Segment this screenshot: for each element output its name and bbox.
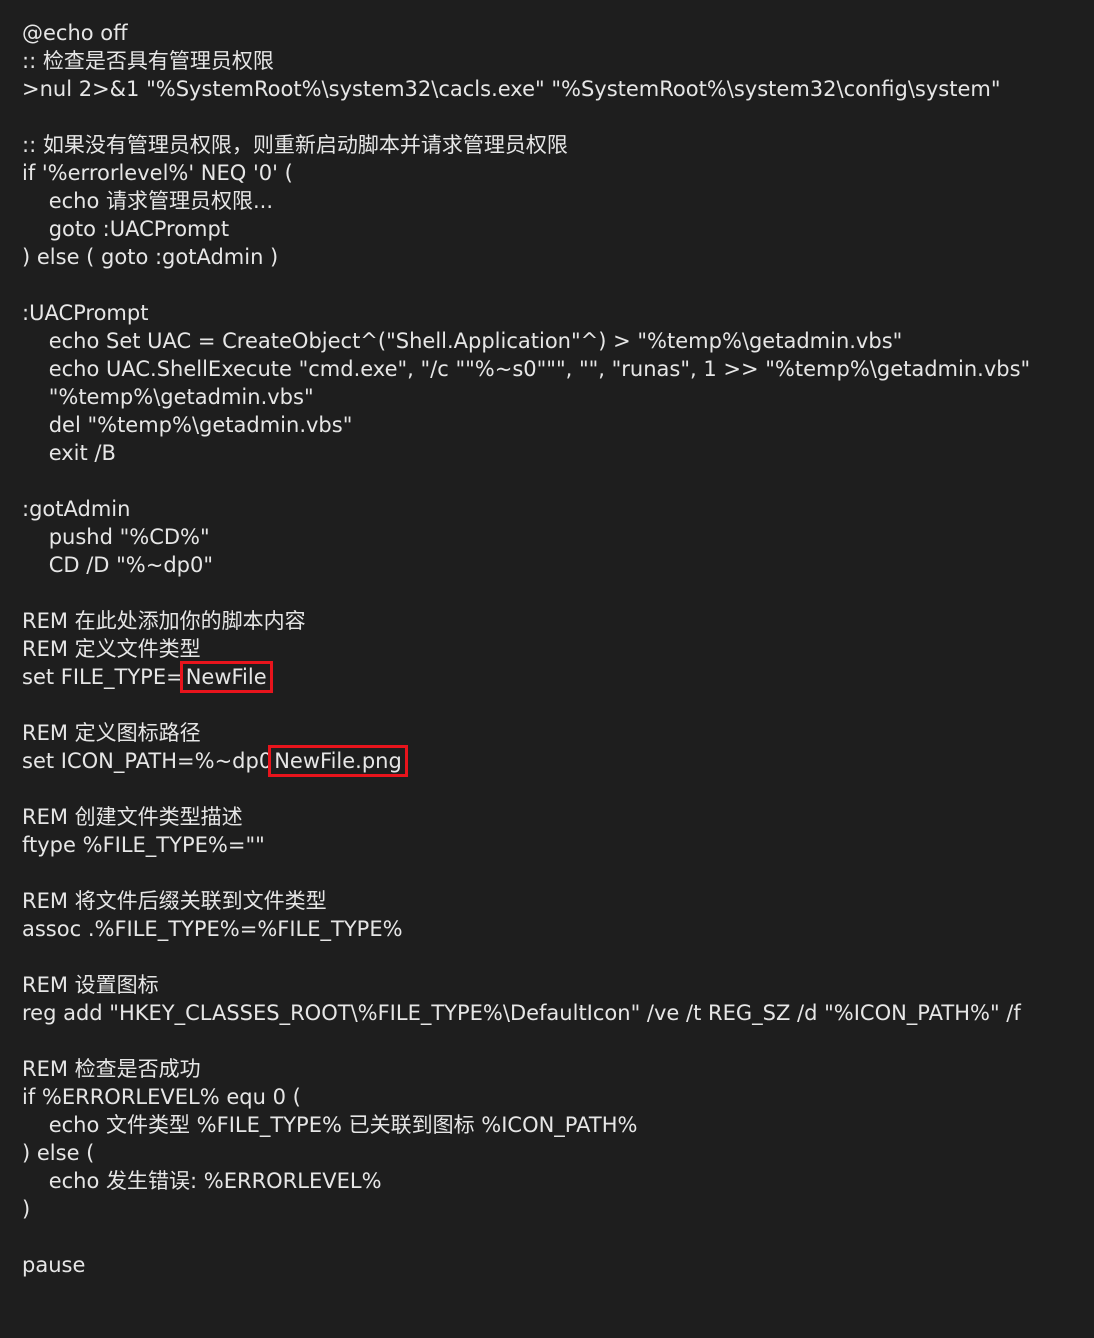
code-line[interactable] [22, 1223, 1094, 1251]
code-line[interactable] [22, 467, 1094, 495]
code-line[interactable]: REM 在此处添加你的脚本内容 [22, 607, 1094, 635]
code-line[interactable]: REM 定义文件类型 [22, 635, 1094, 663]
code-line[interactable] [22, 579, 1094, 607]
highlight-box: NewFile.png [268, 745, 408, 777]
code-text: goto :UACPrompt [22, 217, 230, 241]
code-line[interactable]: REM 定义图标路径 [22, 719, 1094, 747]
code-text: :: 检查是否具有管理员权限 [22, 49, 274, 73]
code-line[interactable] [22, 103, 1094, 131]
code-text: REM 定义文件类型 [22, 637, 201, 661]
code-line[interactable] [22, 943, 1094, 971]
highlight-box: NewFile [179, 661, 273, 693]
code-text: set ICON_PATH=%~dp0 [22, 749, 273, 773]
code-line[interactable]: goto :UACPrompt [22, 215, 1094, 243]
code-text: REM 检查是否成功 [22, 1057, 201, 1081]
code-text: assoc .%FILE_TYPE%=%FILE_TYPE% [22, 917, 403, 941]
code-text: echo UAC.ShellExecute "cmd.exe", "/c ""%… [22, 357, 1031, 381]
code-line[interactable]: if '%errorlevel%' NEQ '0' ( [22, 159, 1094, 187]
code-text: @echo off [22, 21, 128, 45]
code-line[interactable]: REM 检查是否成功 [22, 1055, 1094, 1083]
code-text: reg add "HKEY_CLASSES_ROOT\%FILE_TYPE%\D… [22, 1001, 1021, 1025]
code-text: REM 定义图标路径 [22, 721, 201, 745]
code-line[interactable]: @echo off [22, 19, 1094, 47]
code-editor[interactable]: @echo off:: 检查是否具有管理员权限>nul 2>&1 "%Syste… [0, 0, 1094, 1338]
code-line[interactable] [22, 1027, 1094, 1055]
code-line[interactable]: echo UAC.ShellExecute "cmd.exe", "/c ""%… [22, 355, 1094, 383]
code-line[interactable]: set ICON_PATH=%~dp0NewFile.png [22, 745, 1094, 777]
code-line[interactable]: :UACPrompt [22, 299, 1094, 327]
code-text: REM 在此处添加你的脚本内容 [22, 609, 306, 633]
code-text: :UACPrompt [22, 301, 149, 325]
code-text: echo 请求管理员权限... [22, 189, 274, 213]
code-line[interactable]: REM 创建文件类型描述 [22, 803, 1094, 831]
code-text: ftype %FILE_TYPE%="" [22, 833, 265, 857]
code-line[interactable] [22, 775, 1094, 803]
code-line[interactable]: echo 发生错误: %ERRORLEVEL% [22, 1167, 1094, 1195]
code-text: ) else ( goto :gotAdmin ) [22, 245, 279, 269]
code-line[interactable]: CD /D "%~dp0" [22, 551, 1094, 579]
code-text: pushd "%CD%" [22, 525, 210, 549]
code-text: if %ERRORLEVEL% equ 0 ( [22, 1085, 301, 1109]
code-line[interactable]: echo 请求管理员权限... [22, 187, 1094, 215]
code-line[interactable]: REM 将文件后缀关联到文件类型 [22, 887, 1094, 915]
code-text: >nul 2>&1 "%SystemRoot%\system32\cacls.e… [22, 77, 1001, 101]
code-line[interactable]: assoc .%FILE_TYPE%=%FILE_TYPE% [22, 915, 1094, 943]
code-text: if '%errorlevel%' NEQ '0' ( [22, 161, 293, 185]
code-text: REM 创建文件类型描述 [22, 805, 243, 829]
code-line[interactable]: ) else ( [22, 1139, 1094, 1167]
code-text: exit /B [22, 441, 116, 465]
code-line[interactable]: :: 如果没有管理员权限，则重新启动脚本并请求管理员权限 [22, 131, 1094, 159]
code-text: del "%temp%\getadmin.vbs" [22, 413, 353, 437]
code-text: ) else ( [22, 1141, 95, 1165]
code-text: echo 文件类型 %FILE_TYPE% 已关联到图标 %ICON_PATH% [22, 1113, 638, 1137]
code-text: REM 设置图标 [22, 973, 159, 997]
code-text: :gotAdmin [22, 497, 131, 521]
code-line[interactable] [22, 271, 1094, 299]
code-line[interactable]: if %ERRORLEVEL% equ 0 ( [22, 1083, 1094, 1111]
code-line[interactable]: echo 文件类型 %FILE_TYPE% 已关联到图标 %ICON_PATH% [22, 1111, 1094, 1139]
code-line[interactable]: del "%temp%\getadmin.vbs" [22, 411, 1094, 439]
code-line[interactable]: >nul 2>&1 "%SystemRoot%\system32\cacls.e… [22, 75, 1094, 103]
code-text: ) [22, 1197, 31, 1221]
code-line[interactable]: REM 设置图标 [22, 971, 1094, 999]
code-line[interactable]: :gotAdmin [22, 495, 1094, 523]
code-line[interactable]: reg add "HKEY_CLASSES_ROOT\%FILE_TYPE%\D… [22, 999, 1094, 1027]
code-line[interactable]: exit /B [22, 439, 1094, 467]
code-text: "%temp%\getadmin.vbs" [22, 385, 314, 409]
code-line[interactable]: ftype %FILE_TYPE%="" [22, 831, 1094, 859]
code-text: pause [22, 1253, 86, 1277]
code-text: set FILE_TYPE= [22, 665, 184, 689]
code-text: CD /D "%~dp0" [22, 553, 214, 577]
code-text: echo 发生错误: %ERRORLEVEL% [22, 1169, 382, 1193]
code-line[interactable]: ) [22, 1195, 1094, 1223]
code-line[interactable]: "%temp%\getadmin.vbs" [22, 383, 1094, 411]
code-line[interactable]: echo Set UAC = CreateObject^("Shell.Appl… [22, 327, 1094, 355]
code-text: REM 将文件后缀关联到文件类型 [22, 889, 327, 913]
code-line[interactable]: set FILE_TYPE=NewFile [22, 661, 1094, 693]
code-line[interactable] [22, 691, 1094, 719]
code-text: echo Set UAC = CreateObject^("Shell.Appl… [22, 329, 903, 353]
code-text: :: 如果没有管理员权限，则重新启动脚本并请求管理员权限 [22, 133, 568, 157]
code-line[interactable]: pushd "%CD%" [22, 523, 1094, 551]
code-line[interactable]: :: 检查是否具有管理员权限 [22, 47, 1094, 75]
code-line[interactable] [22, 859, 1094, 887]
code-line[interactable]: pause [22, 1251, 1094, 1279]
code-line[interactable]: ) else ( goto :gotAdmin ) [22, 243, 1094, 271]
